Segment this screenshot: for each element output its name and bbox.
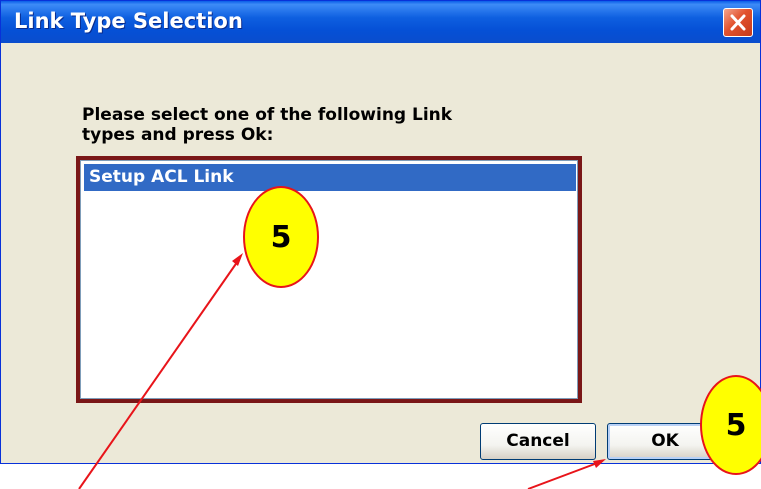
link-type-listbox[interactable]: Setup ACL Link — [76, 156, 582, 403]
step-badge-list: 5 — [243, 186, 319, 288]
close-button[interactable] — [723, 8, 753, 37]
list-item[interactable]: Setup ACL Link — [84, 164, 576, 191]
listbox-content: Setup ACL Link — [80, 160, 578, 399]
cancel-button[interactable]: Cancel — [480, 423, 596, 460]
instruction-line-2: types and press Ok: — [82, 125, 274, 145]
window-title: Link Type Selection — [14, 9, 243, 33]
arrow-to-ok-line — [527, 461, 601, 489]
title-bar[interactable]: Link Type Selection — [1, 1, 760, 43]
close-icon — [730, 14, 746, 31]
instruction-line-1: Please select one of the following Link — [82, 105, 453, 125]
dialog-window: Link Type Selection Please select one of… — [0, 0, 761, 464]
instruction-text: Please select one of the following Link … — [82, 105, 512, 145]
